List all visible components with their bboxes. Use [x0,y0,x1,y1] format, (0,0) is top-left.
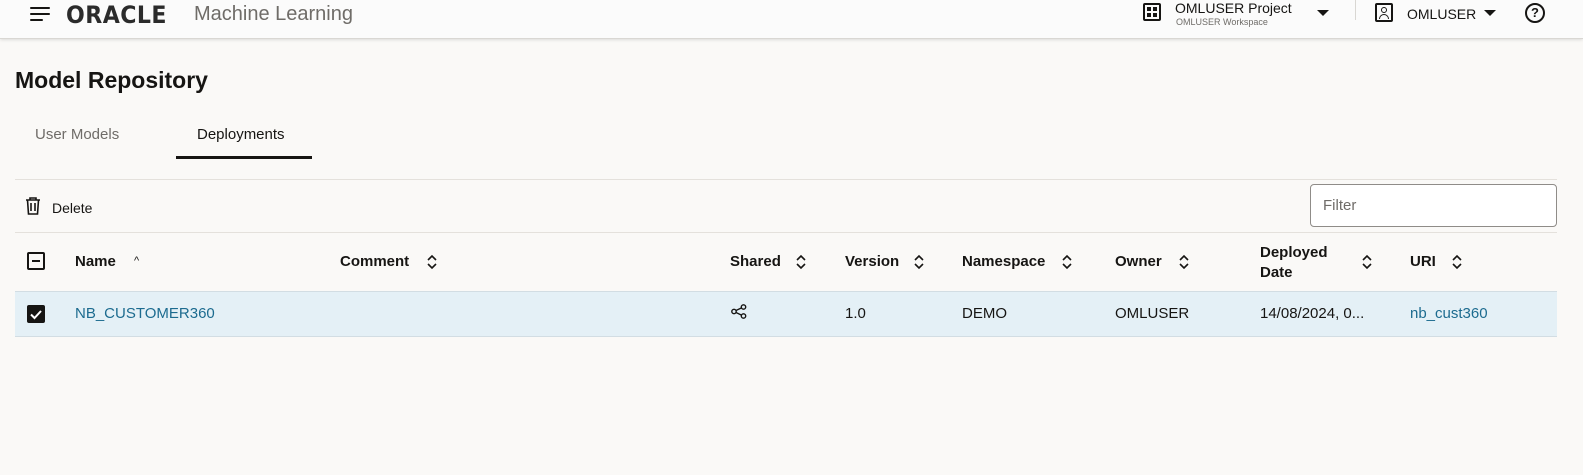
column-header-version[interactable]: Version [845,253,899,270]
namespace-cell: DEMO [962,305,1007,322]
sort-icon[interactable] [913,254,925,270]
sort-icon[interactable] [1361,254,1373,270]
sort-icon[interactable] [1178,254,1190,270]
tab-deployments[interactable]: Deployments [197,126,285,143]
version-cell: 1.0 [845,305,866,322]
page-title: Model Repository [15,67,208,93]
uri-link[interactable]: nb_cust360 [1410,305,1488,322]
table-top-divider [15,232,1557,233]
toolbar-divider [15,179,1557,180]
row-checkbox-checked[interactable] [27,305,45,323]
column-header-namespace[interactable]: Namespace [962,253,1045,270]
header-separator [1355,0,1356,20]
delete-label: Delete [52,200,93,216]
chevron-down-icon [1317,10,1329,16]
sort-icon[interactable] [795,254,807,270]
chevron-down-icon [1484,10,1496,16]
owner-cell: OMLUSER [1115,305,1190,322]
project-title: OMLUSER Project [1175,0,1292,16]
user-menu[interactable]: OMLUSER [1373,0,1503,30]
sort-ascending-icon[interactable]: ^ [134,256,139,267]
select-all-checkbox[interactable] [27,252,45,270]
delete-button[interactable]: Delete [22,194,100,220]
oracle-logo: ORACLE [66,1,167,29]
app-header: ORACLE Machine Learning OMLUSER Project … [0,0,1583,39]
project-selector[interactable]: OMLUSER Project OMLUSER Workspace [1141,0,1336,30]
model-name-link[interactable]: NB_CUSTOMER360 [75,305,215,322]
sort-icon[interactable] [1061,254,1073,270]
user-name: OMLUSER [1407,6,1477,22]
active-tab-indicator [176,156,312,159]
deployed-date-cell: 14/08/2024, 0... [1260,305,1365,322]
column-header-deployed-date[interactable]: Deployed Date [1260,243,1328,283]
column-header-comment[interactable]: Comment [340,253,409,270]
column-header-owner[interactable]: Owner [1115,253,1162,270]
help-icon[interactable]: ? [1525,3,1545,23]
user-avatar-icon [1375,3,1393,22]
column-header-shared[interactable]: Shared [730,253,781,270]
filter-input[interactable] [1310,184,1557,227]
workspace-subtitle: OMLUSER Workspace [1176,17,1268,27]
app-name: Machine Learning [194,3,353,25]
column-header-uri[interactable]: URI [1410,253,1436,270]
checkmark-icon [30,310,42,320]
grid-icon [1143,3,1161,21]
sort-icon[interactable] [426,254,438,270]
tab-user-models[interactable]: User Models [35,126,119,143]
share-icon [731,304,747,319]
trash-icon [26,197,40,215]
hamburger-menu-icon[interactable] [30,6,50,22]
column-header-name[interactable]: Name [75,253,116,270]
sort-icon[interactable] [1451,254,1463,270]
